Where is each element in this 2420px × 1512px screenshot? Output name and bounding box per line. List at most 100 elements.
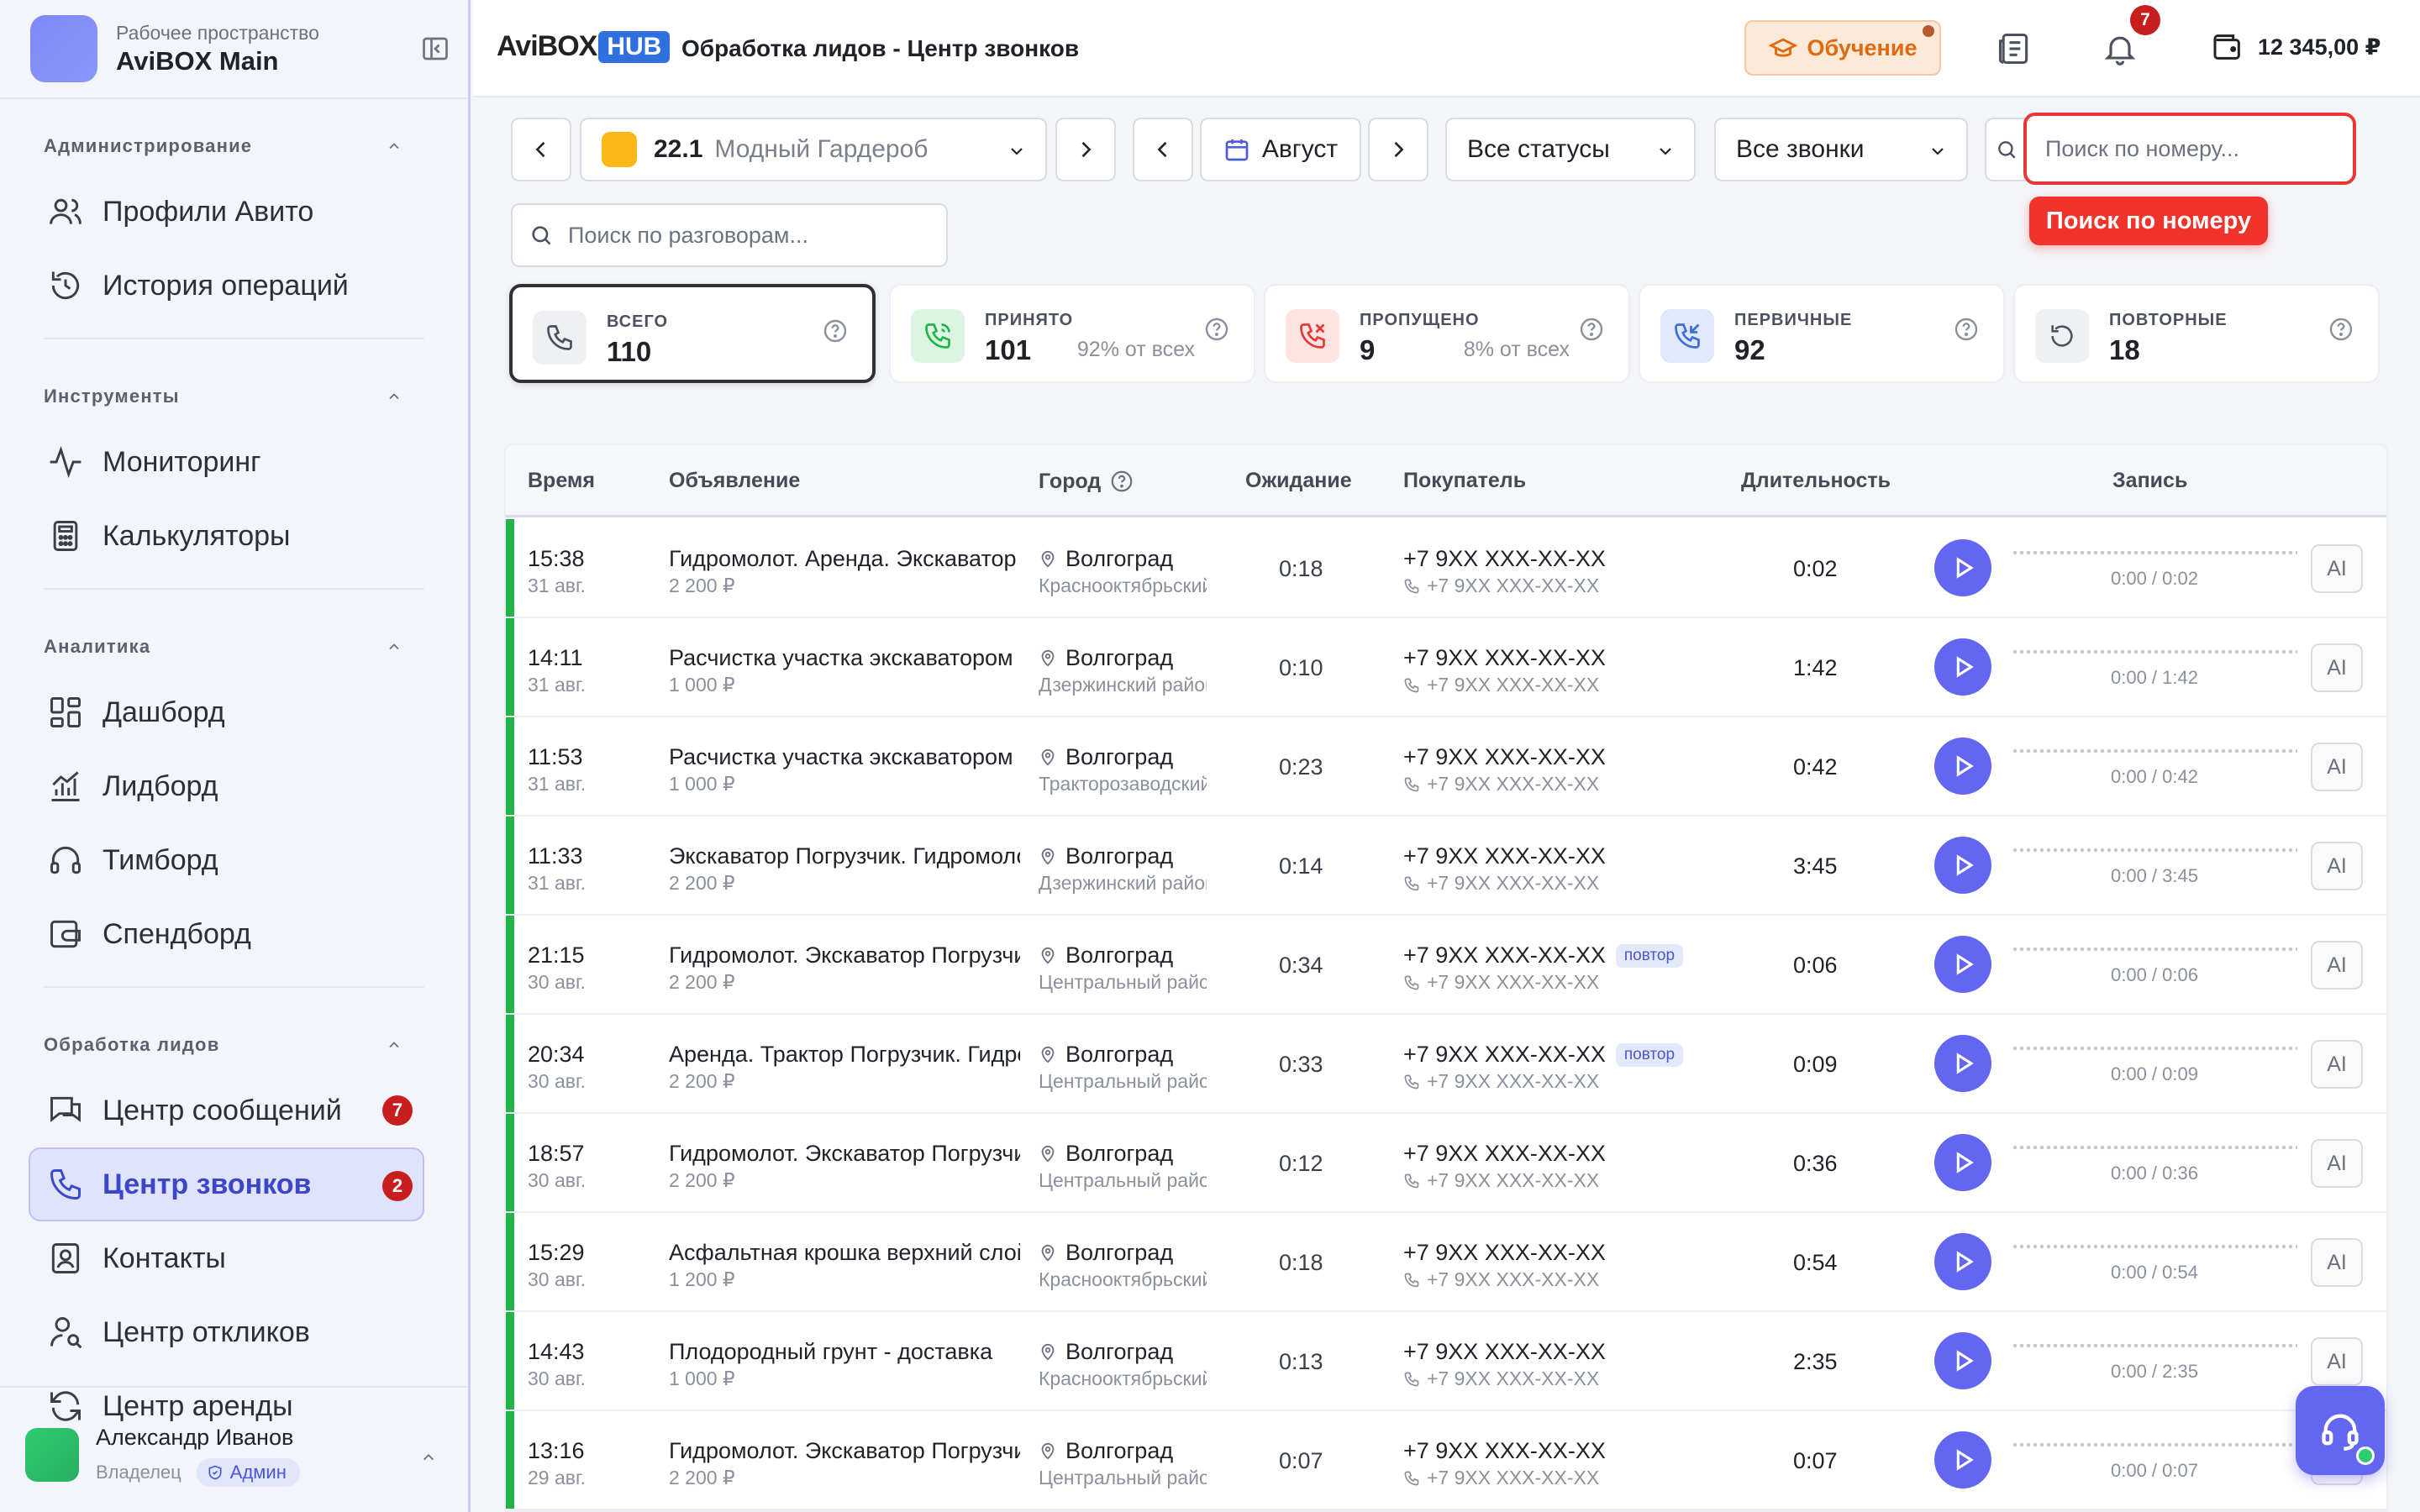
audio-waveform[interactable]	[2012, 1342, 2297, 1349]
search-conversations-input[interactable]: Поиск по разговорам...	[511, 203, 948, 267]
table-row[interactable]: 15:38 31 авг. Гидромолот. Аренда. Экскав…	[506, 519, 2386, 618]
ad-title[interactable]: Экскаватор Погрузчик. Гидромолот	[669, 843, 1020, 869]
support-button[interactable]	[2296, 1386, 2385, 1475]
balance[interactable]: 12 345,00 ₽	[2211, 30, 2381, 64]
nav-section[interactable]: Аналитика	[0, 618, 468, 675]
table-row[interactable]: 14:11 31 авг. Расчистка участка экскават…	[506, 618, 2386, 717]
sidebar-item[interactable]: Дашборд	[0, 675, 468, 749]
stat-repeat[interactable]: ПОВТОРНЫЕ 18	[2013, 284, 2380, 383]
calls-select[interactable]: Все звонки	[1714, 118, 1968, 181]
ad-title[interactable]: Гидромолот. Экскаватор Погрузчик	[669, 1438, 1020, 1464]
audio-waveform[interactable]	[2012, 847, 2297, 853]
audio-waveform[interactable]	[2012, 1045, 2297, 1052]
sidebar-item[interactable]: Лидборд	[0, 749, 468, 823]
play-button[interactable]	[1934, 638, 1991, 696]
news-icon[interactable]	[1996, 30, 2033, 67]
audio-waveform[interactable]	[2012, 549, 2297, 556]
nav-section[interactable]: Инструменты	[0, 368, 468, 425]
table-row[interactable]: 18:57 30 авг. Гидромолот. Экскаватор Пог…	[506, 1114, 2386, 1213]
col-buyer[interactable]: Покупатель	[1403, 469, 1526, 493]
stat-primary[interactable]: ПЕРВИЧНЫЕ 92	[1639, 284, 2005, 383]
month-picker[interactable]: Август	[1200, 118, 1361, 181]
ad-select[interactable]: 22.1 Модный Гардероб	[580, 118, 1047, 181]
help-icon[interactable]	[2328, 316, 2354, 343]
audio-waveform[interactable]	[2012, 946, 2297, 953]
play-button[interactable]	[1934, 1431, 1991, 1488]
ai-button[interactable]: AI	[2311, 1238, 2363, 1287]
table-row[interactable]: 14:43 30 авг. Плодородный грунт - достав…	[506, 1312, 2386, 1411]
buyer-phone[interactable]: +7 9XX XXX-XX-XX	[1403, 1240, 1606, 1266]
audio-waveform[interactable]	[2012, 1243, 2297, 1250]
buyer-phone[interactable]: +7 9XX XXX-XX-XX повтор	[1403, 942, 1684, 969]
play-button[interactable]	[1934, 738, 1991, 795]
ad-title[interactable]: Гидромолот. Экскаватор Погрузчик	[669, 942, 1020, 969]
chevron-up-icon[interactable]	[419, 1448, 438, 1467]
sidebar-item[interactable]: Профили Авито	[0, 175, 468, 249]
app-logo[interactable]: AviBOX HUB	[497, 30, 671, 63]
ad-title[interactable]: Гидромолот. Экскаватор Погрузчик	[669, 1141, 1020, 1167]
stat-missed[interactable]: ПРОПУЩЕНО 9 8% от всех	[1264, 284, 1630, 383]
nav-section[interactable]: Обработка лидов	[0, 1016, 468, 1074]
ad-title[interactable]: Асфальтная крошка верхний слой	[669, 1240, 1020, 1266]
help-icon[interactable]	[1109, 469, 1134, 494]
table-row[interactable]: 15:29 30 авг. Асфальтная крошка верхний …	[506, 1213, 2386, 1312]
buyer-phone[interactable]: +7 9XX XXX-XX-XX	[1403, 1339, 1606, 1365]
bell-icon[interactable]	[2102, 30, 2139, 67]
workspace-switcher[interactable]: Рабочее пространство AviBOX Main	[30, 15, 450, 82]
help-icon[interactable]	[822, 318, 849, 344]
buyer-phone[interactable]: +7 9XX XXX-XX-XX	[1403, 546, 1606, 572]
table-row[interactable]: 11:53 31 авг. Расчистка участка экскават…	[506, 717, 2386, 816]
sidebar-item[interactable]: Центр сообщений 7	[0, 1074, 468, 1147]
table-row[interactable]: 20:34 30 авг. Аренда. Трактор Погрузчик.…	[506, 1015, 2386, 1114]
col-duration[interactable]: Длительность	[1741, 469, 1891, 493]
sidebar-item[interactable]: Калькуляторы	[0, 499, 468, 573]
play-button[interactable]	[1934, 837, 1991, 894]
help-icon[interactable]	[1203, 316, 1230, 343]
user-profile[interactable]: Александр Иванов Владелец Админ	[0, 1386, 468, 1512]
search-number-input[interactable]: Поиск по номеру...	[2023, 113, 2356, 185]
sidebar-item[interactable]: Контакты	[0, 1221, 468, 1295]
sidebar-item[interactable]: Тимборд	[0, 823, 468, 897]
buyer-phone[interactable]: +7 9XX XXX-XX-XX повтор	[1403, 1042, 1684, 1068]
play-button[interactable]	[1934, 1035, 1991, 1092]
buyer-phone[interactable]: +7 9XX XXX-XX-XX	[1403, 1141, 1606, 1167]
ai-button[interactable]: AI	[2311, 842, 2363, 890]
prev-month-button[interactable]	[1133, 118, 1193, 181]
help-icon[interactable]	[1953, 316, 1980, 343]
buyer-phone[interactable]: +7 9XX XXX-XX-XX	[1403, 744, 1606, 770]
col-wait[interactable]: Ожидание	[1245, 469, 1352, 493]
ad-title[interactable]: Расчистка участка экскаватором	[669, 744, 1020, 770]
play-button[interactable]	[1934, 1134, 1991, 1191]
sidebar-item[interactable]: Центр откликов	[0, 1295, 468, 1369]
ai-button[interactable]: AI	[2311, 1139, 2363, 1188]
table-row[interactable]: 13:16 29 авг. Гидромолот. Экскаватор Пог…	[506, 1411, 2386, 1510]
table-row[interactable]: 11:33 31 авг. Экскаватор Погрузчик. Гидр…	[506, 816, 2386, 916]
play-button[interactable]	[1934, 936, 1991, 993]
ad-title[interactable]: Гидромолот. Аренда. Экскаватор	[669, 546, 1020, 572]
ad-title[interactable]: Плодородный грунт - доставка	[669, 1339, 1020, 1365]
buyer-phone[interactable]: +7 9XX XXX-XX-XX	[1403, 645, 1606, 671]
ad-title[interactable]: Аренда. Трактор Погрузчик. Гидромолот	[669, 1042, 1020, 1068]
status-select[interactable]: Все статусы	[1445, 118, 1696, 181]
ai-button[interactable]: AI	[2311, 643, 2363, 692]
ad-title[interactable]: Расчистка участка экскаватором	[669, 645, 1020, 671]
play-button[interactable]	[1934, 1233, 1991, 1290]
ai-button[interactable]: AI	[2311, 743, 2363, 791]
play-button[interactable]	[1934, 539, 1991, 596]
sidebar-item[interactable]: Мониторинг	[0, 425, 468, 499]
audio-waveform[interactable]	[2012, 1441, 2297, 1448]
next-month-button[interactable]	[1368, 118, 1428, 181]
col-ad[interactable]: Объявление	[669, 469, 800, 493]
learn-button[interactable]: Обучение	[1744, 20, 1941, 76]
audio-waveform[interactable]	[2012, 748, 2297, 754]
play-button[interactable]	[1934, 1332, 1991, 1389]
stat-total[interactable]: ВСЕГО 110	[509, 284, 876, 383]
prev-ad-button[interactable]	[511, 118, 571, 181]
ai-button[interactable]: AI	[2311, 941, 2363, 990]
sidebar-item[interactable]: Спендборд	[0, 897, 468, 971]
sidebar-item[interactable]: Центр звонков 2	[29, 1147, 424, 1221]
next-ad-button[interactable]	[1055, 118, 1116, 181]
ai-button[interactable]: AI	[2311, 544, 2363, 593]
col-time[interactable]: Время	[528, 469, 595, 493]
buyer-phone[interactable]: +7 9XX XXX-XX-XX	[1403, 1438, 1606, 1464]
